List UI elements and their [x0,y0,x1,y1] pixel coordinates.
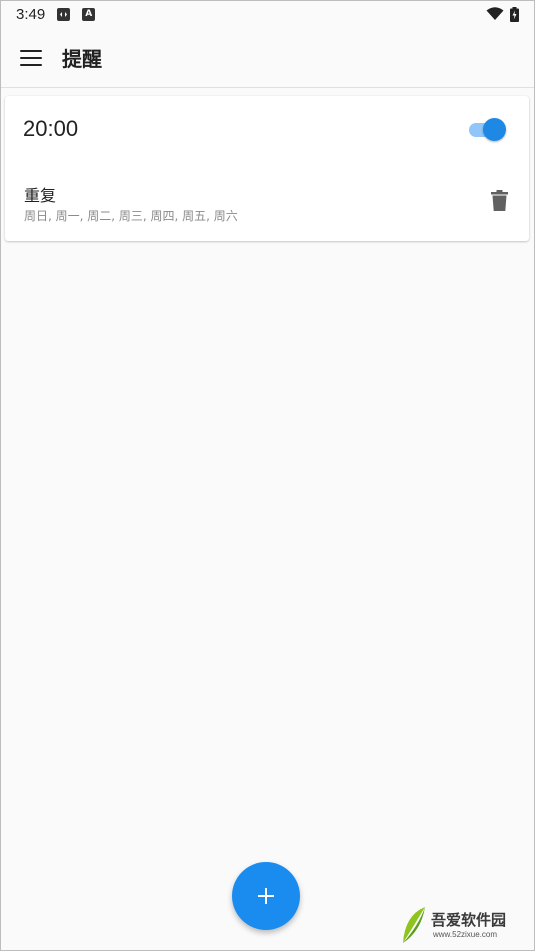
add-reminder-button[interactable] [232,862,300,930]
trash-icon [490,189,508,211]
page-title: 提醒 [62,47,102,71]
watermark-logo-icon [403,907,425,943]
toggle-thumb [483,118,506,141]
reminder-card[interactable]: 20:00 重复 周日, 周一, 周二, 周三, 周四, 周五, 周六 [5,96,529,241]
battery-icon [510,6,519,22]
watermark-url: www.52zixue.com [433,930,498,939]
status-time: 3:49 [16,5,46,23]
status-indicators [486,6,519,22]
repeat-days: 周日, 周一, 周二, 周三, 周四, 周五, 周六 [24,209,238,223]
menu-icon [20,49,42,66]
repeat-label[interactable]: 重复 [24,182,56,206]
a-icon: A [82,7,96,21]
reminder-time[interactable]: 20:00 [23,116,78,142]
watermark-name: 吾爱软件园 [431,911,507,929]
plus-icon [258,888,274,904]
status-bar: 3:49 A [0,0,535,28]
app-bar: 提醒 [0,28,535,88]
wifi-icon [486,7,504,20]
delete-button[interactable] [487,188,511,212]
sim-icon [57,7,71,21]
reminder-toggle[interactable] [467,118,507,141]
watermark: 吾爱软件园 www.52zixue.com [399,887,529,947]
menu-button[interactable] [0,28,62,88]
